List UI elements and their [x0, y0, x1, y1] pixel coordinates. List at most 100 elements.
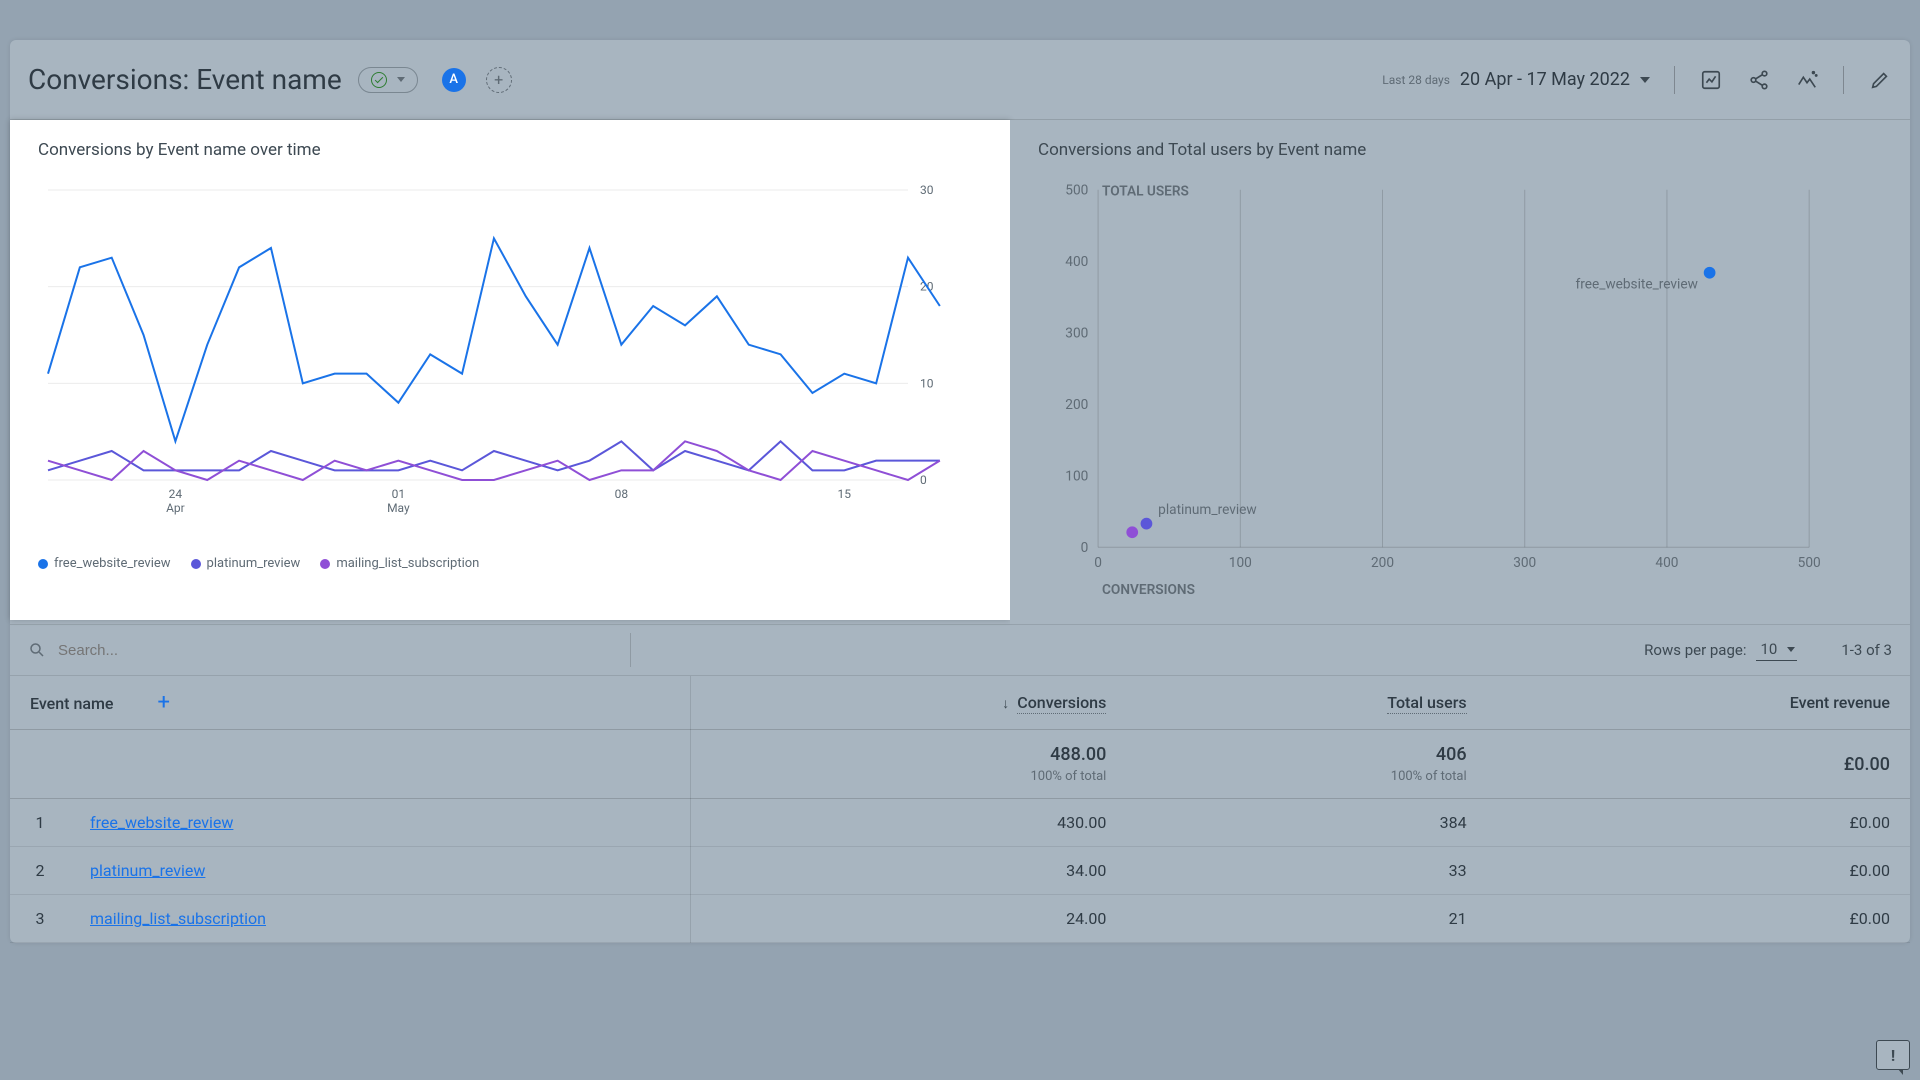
- scatter-chart-card: Conversions and Total users by Event nam…: [1010, 120, 1910, 624]
- event-name-link[interactable]: mailing_list_subscription: [90, 909, 266, 928]
- check-icon: [371, 72, 387, 88]
- svg-text:500: 500: [1065, 183, 1088, 199]
- svg-text:100: 100: [1065, 469, 1088, 485]
- event-name-link[interactable]: platinum_review: [90, 861, 205, 880]
- svg-text:01: 01: [392, 487, 406, 501]
- svg-text:24: 24: [169, 487, 183, 501]
- legend-label: platinum_review: [207, 556, 301, 571]
- row-revenue: £0.00: [1487, 847, 1910, 895]
- add-dimension-button[interactable]: +: [157, 690, 169, 715]
- table-row: 1 free_website_review 430.00 384 £0.00: [10, 799, 1910, 847]
- row-event-name: platinum_review: [70, 847, 690, 895]
- svg-text:30: 30: [920, 183, 934, 197]
- svg-text:300: 300: [1065, 326, 1088, 342]
- date-range-label: Last 28 days: [1382, 73, 1450, 87]
- svg-text:500: 500: [1798, 555, 1821, 571]
- col-total-users[interactable]: Total users: [1126, 676, 1486, 730]
- svg-text:platinum_review: platinum_review: [1158, 502, 1257, 518]
- row-total-users: 33: [1126, 847, 1486, 895]
- status-chip[interactable]: [358, 67, 418, 93]
- totals-row: 488.00100% of total 406100% of total £0.…: [10, 730, 1910, 799]
- svg-text:free_website_review: free_website_review: [1575, 276, 1697, 292]
- col-conversions[interactable]: ↓ Conversions: [690, 676, 1126, 730]
- svg-text:CONVERSIONS: CONVERSIONS: [1102, 582, 1195, 598]
- edit-button[interactable]: [1868, 68, 1892, 92]
- rows-per-page-label: Rows per page:: [1644, 641, 1746, 659]
- svg-text:0: 0: [920, 473, 927, 487]
- event-name-link[interactable]: free_website_review: [90, 813, 233, 832]
- svg-text:400: 400: [1655, 555, 1678, 571]
- customize-report-button[interactable]: [1699, 68, 1723, 92]
- line-chart-legend: free_website_review platinum_review mailin…: [38, 556, 982, 571]
- svg-text:400: 400: [1065, 254, 1088, 270]
- scatter-chart-title: Conversions and Total users by Event nam…: [1038, 140, 1882, 160]
- topbar-right: Last 28 days 20 Apr - 17 May 2022: [1382, 66, 1892, 94]
- svg-text:10: 10: [920, 376, 934, 390]
- search-input[interactable]: [58, 634, 618, 667]
- table-toolbar: Rows per page: 10 1-3 of 3: [10, 624, 1910, 676]
- svg-text:15: 15: [838, 487, 852, 501]
- row-conversions: 34.00: [690, 847, 1126, 895]
- charts-row: Conversions by Event name over time 0102…: [10, 120, 1910, 624]
- row-index: 2: [10, 847, 70, 895]
- row-conversions: 430.00: [690, 799, 1126, 847]
- svg-text:300: 300: [1513, 555, 1536, 571]
- legend-item[interactable]: mailing_list_subscription: [320, 556, 479, 571]
- row-conversions: 24.00: [690, 895, 1126, 943]
- table-row: 3 mailing_list_subscription 24.00 21 £0.…: [10, 895, 1910, 943]
- segment-badge[interactable]: A: [442, 68, 466, 92]
- report-frame: Conversions: Event name A + Last 28 days…: [10, 40, 1910, 943]
- svg-text:200: 200: [1371, 555, 1394, 571]
- date-range-value: 20 Apr - 17 May 2022: [1460, 69, 1630, 90]
- row-event-name: mailing_list_subscription: [70, 895, 690, 943]
- chart-icon: [1700, 69, 1722, 91]
- topbar: Conversions: Event name A + Last 28 days…: [10, 40, 1910, 120]
- date-range-picker[interactable]: Last 28 days 20 Apr - 17 May 2022: [1382, 69, 1650, 90]
- svg-text:100: 100: [1229, 555, 1252, 571]
- data-table: Event name + ↓ Conversions Total users E…: [10, 676, 1910, 943]
- search-icon: [28, 641, 46, 659]
- legend-dot-icon: [320, 559, 330, 569]
- data-table-section: Rows per page: 10 1-3 of 3 Event name + …: [10, 624, 1910, 943]
- legend-label: free_website_review: [54, 556, 171, 571]
- legend-item[interactable]: platinum_review: [191, 556, 301, 571]
- svg-text:TOTAL USERS: TOTAL USERS: [1102, 184, 1189, 200]
- scatter-chart: 0 100 200 300 400 500 0 100 200 300 400 500 TOTAL US…: [1038, 180, 1838, 600]
- pencil-icon: [1869, 69, 1891, 91]
- legend-item[interactable]: free_website_review: [38, 556, 171, 571]
- insights-button[interactable]: [1795, 68, 1819, 92]
- row-revenue: £0.00: [1487, 895, 1910, 943]
- legend-label: mailing_list_subscription: [336, 556, 479, 571]
- pagination-range: 1-3 of 3: [1841, 641, 1892, 659]
- svg-text:May: May: [387, 501, 410, 515]
- rows-per-page-select[interactable]: 10: [1756, 640, 1797, 661]
- svg-text:08: 08: [615, 487, 629, 501]
- share-icon: [1748, 69, 1770, 91]
- svg-text:Apr: Apr: [166, 501, 185, 515]
- chevron-down-icon: [1640, 77, 1650, 83]
- page-title: Conversions: Event name: [28, 63, 342, 96]
- row-index: 3: [10, 895, 70, 943]
- line-chart: 010203024Apr01May0815: [38, 180, 958, 540]
- legend-dot-icon: [38, 559, 48, 569]
- col-event-name[interactable]: Event name +: [10, 676, 690, 730]
- add-comparison-button[interactable]: +: [486, 67, 512, 93]
- svg-text:0: 0: [1094, 555, 1102, 571]
- col-event-revenue[interactable]: Event revenue: [1487, 676, 1910, 730]
- legend-dot-icon: [191, 559, 201, 569]
- table-row: 2 platinum_review 34.00 33 £0.00: [10, 847, 1910, 895]
- row-index: 1: [10, 799, 70, 847]
- row-revenue: £0.00: [1487, 799, 1910, 847]
- row-total-users: 384: [1126, 799, 1486, 847]
- line-chart-card: Conversions by Event name over time 0102…: [10, 120, 1010, 620]
- row-event-name: free_website_review: [70, 799, 690, 847]
- svg-text:200: 200: [1065, 397, 1088, 413]
- sort-arrow-down-icon: ↓: [1002, 696, 1009, 712]
- feedback-button[interactable]: !: [1876, 1040, 1910, 1070]
- line-chart-title: Conversions by Event name over time: [38, 140, 982, 160]
- svg-text:0: 0: [1081, 540, 1089, 556]
- chevron-down-icon: [397, 77, 405, 82]
- insights-icon: [1796, 69, 1818, 91]
- share-button[interactable]: [1747, 68, 1771, 92]
- row-total-users: 21: [1126, 895, 1486, 943]
